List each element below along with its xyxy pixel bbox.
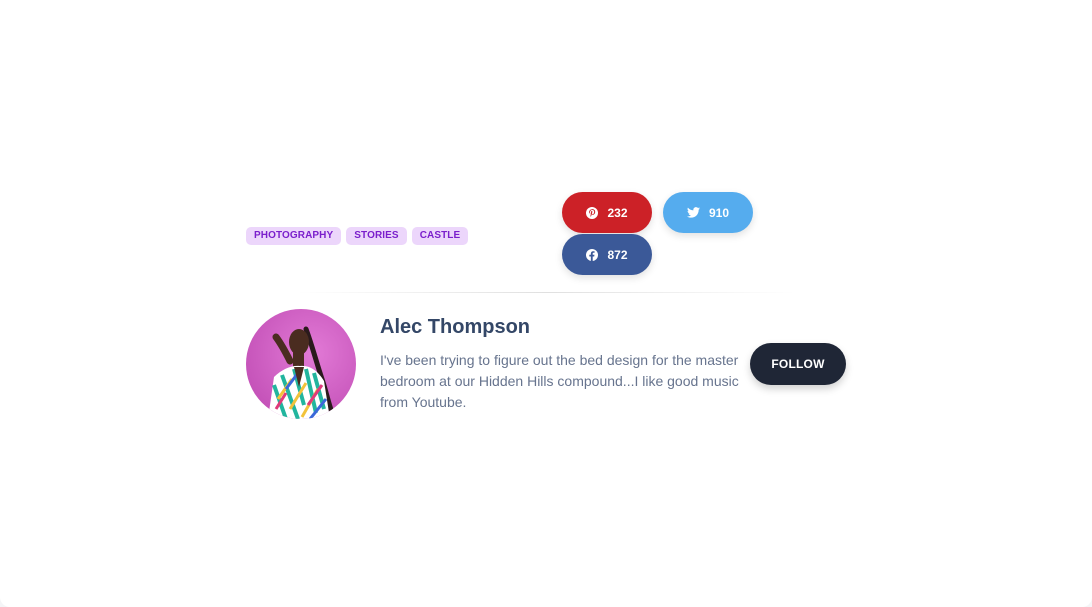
blog-card: Photography Stories Castle 232 910 872 [0,0,1092,607]
follow-button[interactable]: FOLLOW [750,343,846,385]
author-avatar [246,309,356,419]
tag-list: Photography Stories Castle [246,227,469,245]
facebook-share-button[interactable]: 872 [562,234,652,275]
divider [296,292,796,293]
twitter-icon [686,207,700,218]
tag-photography[interactable]: Photography [246,227,342,245]
twitter-share-button[interactable]: 910 [663,192,753,233]
author-name: Alec Thompson [380,316,531,338]
tag-castle[interactable]: Castle [411,227,469,245]
pinterest-share-button[interactable]: 232 [562,192,652,233]
twitter-count: 910 [708,205,730,220]
pinterest-count: 232 [607,205,628,220]
pinterest-icon [586,206,599,219]
facebook-count: 872 [607,247,628,262]
facebook-icon [586,248,599,261]
tag-stories[interactable]: Stories [346,227,407,245]
author-bio: I've been trying to figure out the bed d… [380,352,739,410]
